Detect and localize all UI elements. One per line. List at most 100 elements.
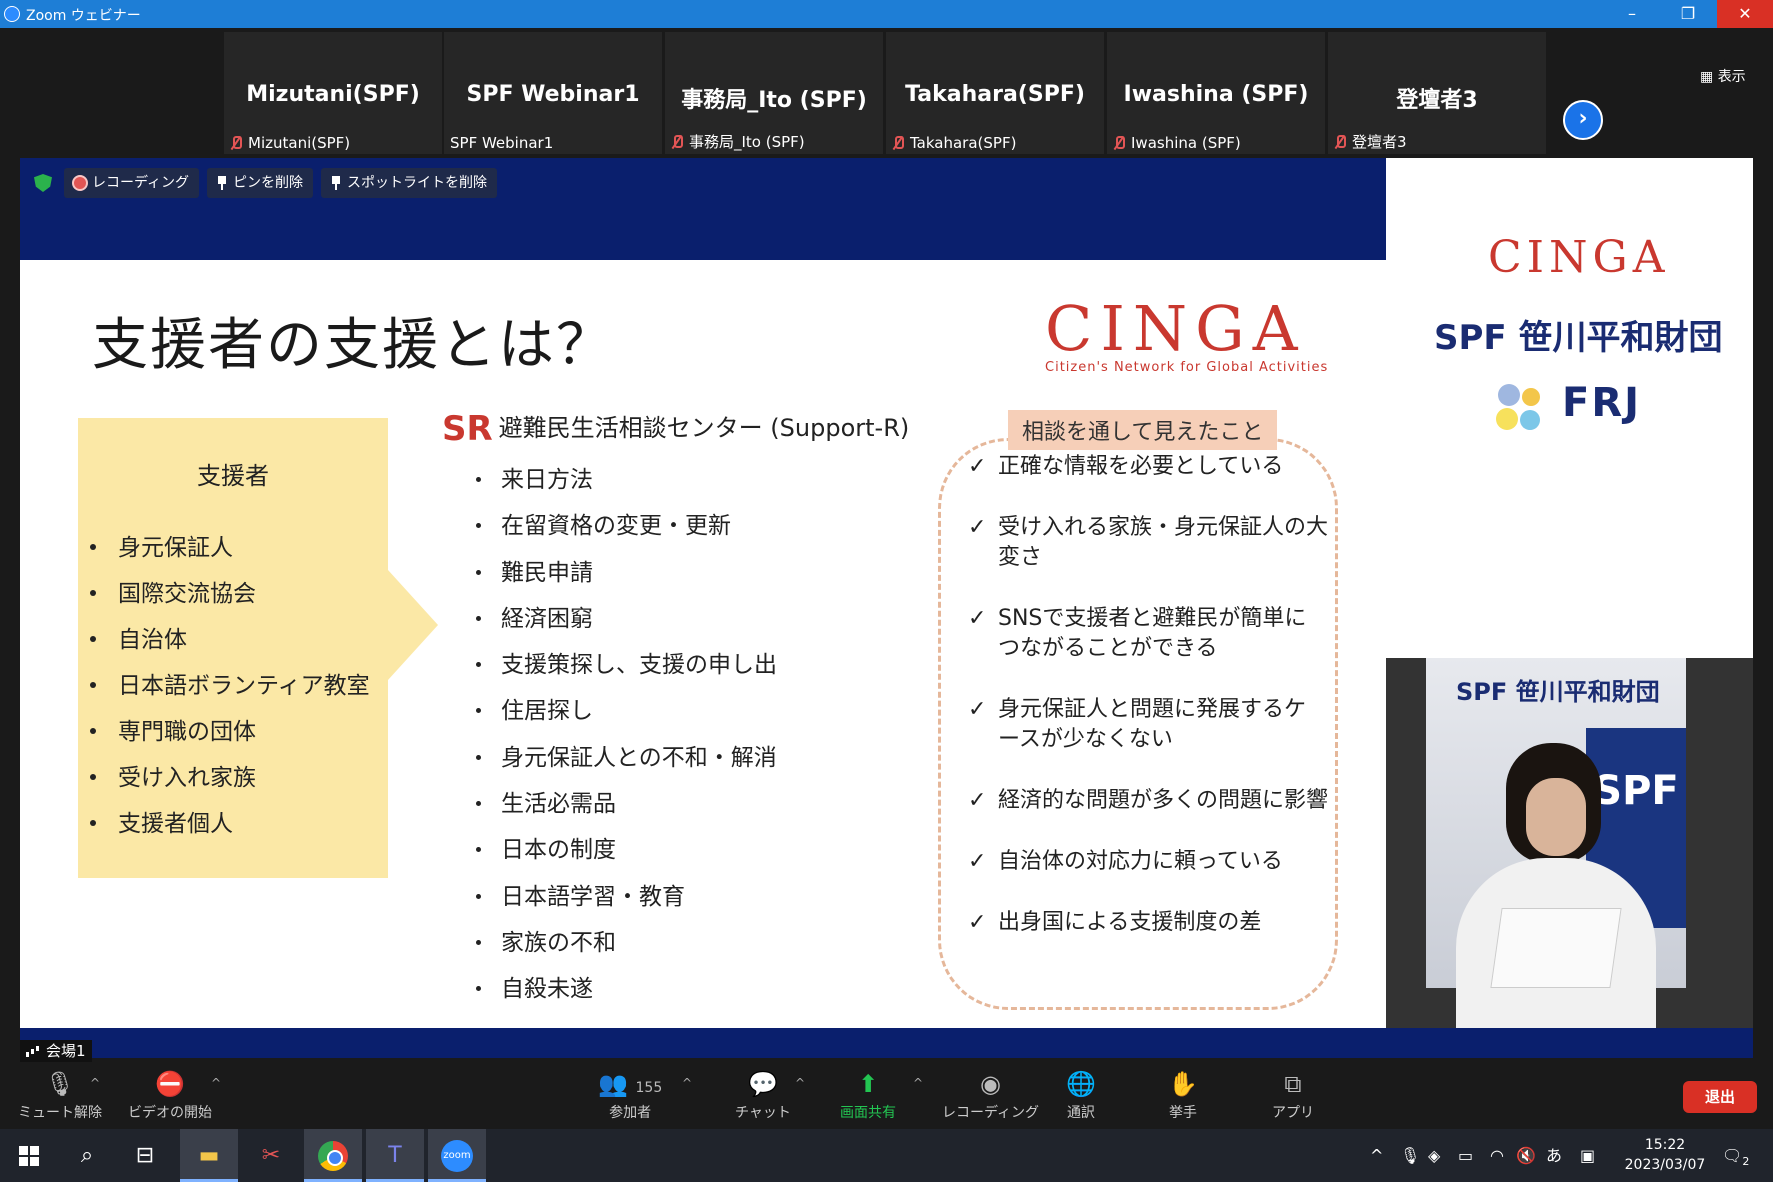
check-icon: ✓	[968, 788, 987, 813]
arrow-right-icon	[388, 570, 438, 680]
list-item: 在留資格の変更・更新	[476, 506, 777, 552]
windows-icon	[19, 1146, 39, 1166]
raise-hand-button[interactable]: ✋ 挙手	[1168, 1070, 1198, 1122]
participant-display-name: 事務局_Ito (SPF)	[681, 88, 867, 113]
mic-off-icon	[1113, 136, 1125, 150]
participant-tile[interactable]: Takahara(SPF) Takahara(SPF)	[886, 32, 1104, 154]
speaker-video[interactable]: SPF 笹川平和財団 SPF	[1386, 658, 1753, 1028]
zoom-window: Zoom ウェビナー – ❐ ✕ Mizutani(SPF) Mizutani(…	[0, 0, 1773, 1182]
participant-nameplate: Iwashina (SPF)	[1113, 134, 1241, 152]
ime-mode-icon[interactable]: ▣	[1580, 1129, 1595, 1182]
ime-indicator[interactable]: あ	[1546, 1129, 1562, 1182]
chevron-up-icon[interactable]: ^	[913, 1076, 923, 1090]
speaker-paper	[1490, 908, 1622, 988]
supporters-heading: 支援者	[197, 462, 269, 490]
findings-tag: 相談を通して見えたこと	[1008, 410, 1278, 450]
participant-tile[interactable]: 登壇者3 登壇者3	[1328, 32, 1546, 154]
list-item: ✓ 自治体の対応力に頼っている	[968, 847, 1328, 877]
start-button[interactable]	[0, 1129, 58, 1182]
slide-top-band: レコーディング ピンを削除 スポットライトを削除	[20, 158, 1386, 260]
chevron-right-icon: ›	[1578, 106, 1588, 131]
frj-dots-icon	[1496, 384, 1552, 434]
window-title: Zoom ウェビナー	[26, 8, 141, 24]
chrome-button[interactable]	[304, 1129, 362, 1182]
list-item: 経済困窮	[476, 599, 777, 645]
participant-tile[interactable]: Mizutani(SPF) Mizutani(SPF)	[224, 32, 442, 154]
share-screen-button[interactable]: ⬆ 画面共有	[840, 1070, 896, 1122]
check-icon: ✓	[968, 849, 987, 874]
start-video-button[interactable]: ⛔ ビデオの開始	[128, 1070, 212, 1122]
list-item: 住居探し	[476, 691, 777, 737]
view-button[interactable]: ▦ 表示	[1700, 66, 1746, 86]
chat-button[interactable]: 💬 チャット	[735, 1070, 791, 1122]
scissors-icon: ✂	[261, 1143, 281, 1168]
taskbar-clock[interactable]: 15:22 2023/03/07	[1620, 1135, 1710, 1175]
battery-icon[interactable]: ▭	[1458, 1129, 1473, 1182]
list-item: 日本語ボランティア教室	[90, 666, 370, 712]
participant-display-name: Takahara(SPF)	[905, 82, 1085, 107]
participant-tile[interactable]: Iwashina (SPF) Iwashina (SPF)	[1107, 32, 1325, 154]
list-item: 支援策探し、支援の申し出	[476, 645, 777, 691]
search-button[interactable]: ⌕	[58, 1129, 116, 1182]
notifications-icon[interactable]: 🗨2	[1722, 1129, 1749, 1182]
recording-indicator[interactable]: レコーディング	[64, 168, 200, 198]
spf-logo: SPF 笹川平和財団	[1434, 318, 1723, 358]
remove-spotlight-button[interactable]: スポットライトを削除	[321, 168, 498, 198]
mic-off-icon	[892, 136, 904, 150]
meeting-status-bar: レコーディング ピンを削除 スポットライトを削除	[30, 168, 498, 198]
check-icon: ✓	[968, 515, 987, 540]
participant-nameplate: Takahara(SPF)	[892, 134, 1016, 152]
volume-muted-icon[interactable]: 🔇	[1516, 1129, 1536, 1182]
zoom-taskbar-button[interactable]: zoom	[428, 1129, 486, 1182]
microphone-icon[interactable]: 🎙	[1400, 1129, 1420, 1182]
list-item: 受け入れ家族	[90, 758, 370, 804]
minimize-button[interactable]: –	[1604, 0, 1660, 28]
check-icon: ✓	[968, 697, 987, 722]
chevron-up-icon[interactable]: ^	[795, 1076, 805, 1090]
list-item: 国際交流協会	[90, 574, 370, 620]
unpin-button[interactable]: ピンを削除	[207, 168, 314, 198]
check-icon: ✓	[968, 606, 987, 631]
record-button[interactable]: ◉ レコーディング	[942, 1070, 1039, 1122]
participants-button[interactable]: 👥 155 参加者	[598, 1070, 662, 1122]
participant-tile[interactable]: SPF Webinar1 SPF Webinar1	[444, 32, 662, 154]
participant-nameplate: SPF Webinar1	[450, 134, 554, 152]
participant-tile[interactable]: 事務局_Ito (SPF) 事務局_Ito (SPF)	[665, 32, 883, 154]
restore-button[interactable]: ❐	[1660, 0, 1716, 28]
leave-button[interactable]: 退出	[1683, 1081, 1757, 1113]
file-explorer-button[interactable]: ▬	[180, 1129, 238, 1182]
supporters-list: 身元保証人 国際交流協会 自治体 日本語ボランティア教室 専門職の団体 受け入れ…	[90, 528, 370, 850]
chrome-icon	[318, 1141, 348, 1171]
interpretation-button[interactable]: 🌐 通訳	[1066, 1070, 1096, 1122]
participant-nameplate: 登壇者3	[1334, 131, 1407, 152]
list-item: 日本語学習・教育	[476, 877, 777, 923]
chevron-up-icon[interactable]: ^	[211, 1076, 221, 1090]
globe-icon: 🌐	[1066, 1070, 1096, 1098]
defender-icon[interactable]: ◈	[1428, 1129, 1440, 1182]
mic-off-icon	[671, 135, 683, 149]
task-view-button[interactable]: ⊟	[116, 1129, 174, 1182]
venue-label: 会場1	[20, 1040, 92, 1062]
list-item: 難民申請	[476, 553, 777, 599]
apps-button[interactable]: ⧉ アプリ	[1272, 1070, 1314, 1122]
list-item: 日本の制度	[476, 830, 777, 876]
list-item: 身元保証人	[90, 528, 370, 574]
sr-consultation-list: 来日方法 在留資格の変更・更新 難民申請 経済困窮 支援策探し、支援の申し出 住…	[476, 460, 777, 1016]
chevron-up-icon[interactable]: ^	[682, 1076, 692, 1090]
teams-button[interactable]: T	[366, 1129, 424, 1182]
chevron-up-icon[interactable]: ^	[90, 1076, 100, 1090]
wifi-icon[interactable]: ◠	[1490, 1129, 1504, 1182]
snipping-tool-button[interactable]: ✂	[242, 1129, 300, 1182]
close-button[interactable]: ✕	[1717, 0, 1773, 28]
list-item: 自治体	[90, 620, 370, 666]
grid-icon: ▦	[1700, 69, 1718, 85]
chevron-up-icon[interactable]: ^	[1370, 1129, 1383, 1182]
list-item: ✓ 身元保証人と問題に発展するケースが少なくない	[968, 697, 1307, 752]
zoom-icon: zoom	[441, 1140, 473, 1172]
next-page-button[interactable]: ›	[1563, 100, 1603, 140]
encryption-indicator[interactable]	[30, 168, 56, 198]
record-icon: ◉	[980, 1070, 1001, 1098]
meeting-toolbar: 🎙 ミュート解除 ^ ⛔ ビデオの開始 ^ 👥 155 参加者 ^ 💬 チャット ^ ⬆…	[0, 1064, 1773, 1129]
chat-icon: 💬	[747, 1070, 778, 1098]
pin-icon	[217, 176, 227, 190]
